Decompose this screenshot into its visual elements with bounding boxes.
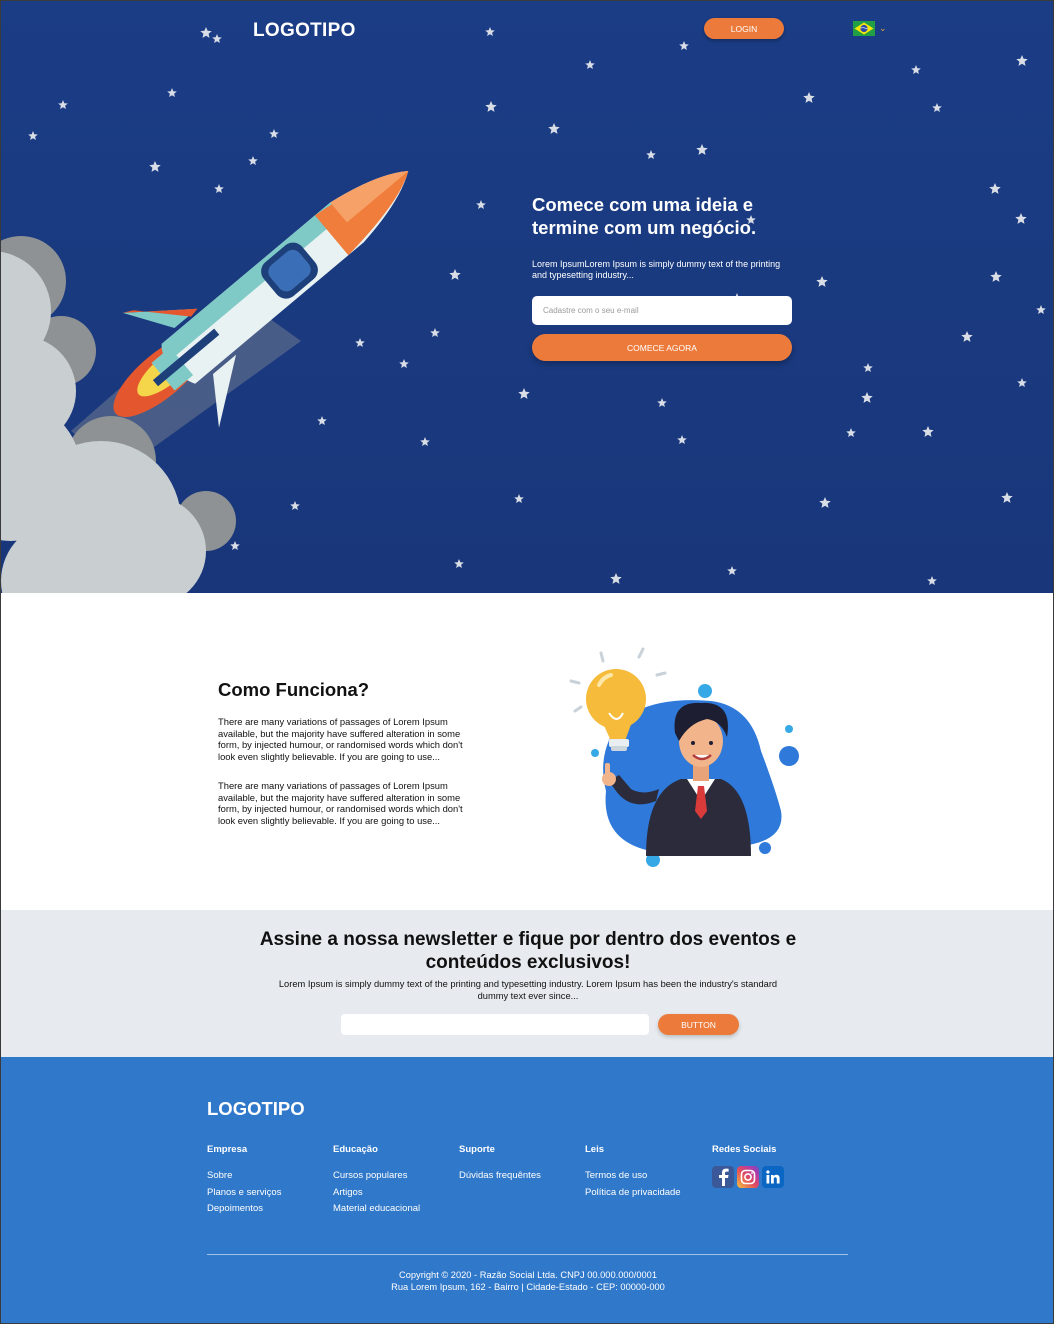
star-icon [696, 144, 708, 155]
language-selector[interactable]: ⌄ [853, 21, 887, 36]
hero-title-line1: Comece com uma ideia e [532, 194, 754, 215]
footer-divider [207, 1254, 848, 1255]
newsletter-title-line1: Assine a nossa newsletter e fique por de… [259, 929, 797, 950]
star-icon [1016, 55, 1028, 66]
star-icon [927, 576, 937, 585]
footer-column-heading: Empresa [207, 1144, 248, 1155]
rocket-illustration [1, 171, 409, 593]
landing-page: LOGOTIPO LOGIN ⌄ Comece com uma ideia e … [0, 0, 1054, 1324]
star-icon [657, 398, 667, 407]
footer-logo[interactable]: LOGOTIPO [207, 1098, 305, 1120]
login-button[interactable]: LOGIN [704, 18, 784, 39]
newsletter-section: Assine a nossa newsletter e fique por de… [1, 910, 1053, 1057]
facebook-icon[interactable] [712, 1166, 734, 1188]
brazil-flag-icon [853, 21, 875, 36]
star-icon [269, 129, 279, 138]
star-icon [846, 428, 856, 437]
star-icon [922, 426, 934, 437]
star-icon [727, 566, 737, 575]
star-icon [1001, 492, 1013, 503]
footer-link-duvidas[interactable]: Dúvidas frequêntes [459, 1168, 541, 1185]
star-icon [990, 271, 1002, 282]
footer-link-cursos[interactable]: Cursos populares [333, 1168, 420, 1185]
star-icon [1036, 305, 1046, 314]
star-icon [803, 92, 815, 103]
star-icon [646, 150, 656, 159]
hero-subtitle: Lorem IpsumLorem Ipsum is simply dummy t… [532, 259, 781, 280]
footer-column-educacao: Educação Cursos populares Artigos Materi… [333, 1144, 420, 1218]
star-icon [28, 131, 38, 140]
footer-column-heading: Educação [333, 1144, 378, 1155]
star-icon [819, 497, 831, 508]
star-icon [58, 100, 68, 109]
footer-link-privacidade[interactable]: Política de privacidade [585, 1185, 681, 1202]
star-icon [212, 34, 222, 43]
footer-link-sobre[interactable]: Sobre [207, 1168, 281, 1185]
footer-link-material[interactable]: Material educacional [333, 1201, 420, 1218]
footer-column-empresa: Empresa Sobre Planos e serviços Depoimen… [207, 1144, 281, 1218]
star-icon [167, 88, 177, 97]
footer-copyright: Copyright © 2020 - Razão Social Ltda. CN… [1, 1270, 1053, 1293]
start-now-button[interactable]: COMECE AGORA [532, 334, 792, 361]
footer-column-leis: Leis Termos de uso Política de privacida… [585, 1144, 681, 1201]
footer-column-heading: Leis [585, 1144, 605, 1155]
star-icon [485, 27, 495, 36]
star-icon [476, 200, 486, 209]
instagram-icon[interactable] [737, 1166, 759, 1188]
hero-section: LOGOTIPO LOGIN ⌄ Comece com uma ideia e … [1, 1, 1053, 593]
footer: LOGOTIPO Empresa Sobre Planos e serviços… [1, 1057, 1053, 1323]
newsletter-email-input[interactable] [341, 1014, 649, 1035]
newsletter-submit-button[interactable]: BUTTON [658, 1014, 739, 1035]
copyright-line: Copyright © 2020 - Razão Social Ltda. CN… [398, 1270, 658, 1280]
star-icon [961, 331, 973, 342]
footer-column-heading: Redes Sociais [712, 1144, 777, 1155]
hero-email-input[interactable] [532, 296, 792, 325]
footer-column-redes-sociais: Redes Sociais [712, 1144, 784, 1188]
star-icon [1017, 378, 1027, 387]
star-icon [863, 363, 873, 372]
how-it-works-paragraph: There are many variations of passages of… [218, 716, 463, 762]
footer-column-heading: Suporte [459, 1144, 495, 1155]
star-icon [548, 123, 560, 134]
social-icons [712, 1166, 784, 1188]
footer-link-artigos[interactable]: Artigos [333, 1185, 420, 1202]
star-icon [200, 27, 212, 38]
star-icon [932, 103, 942, 112]
hero-title-line2: termine com um negócio. [532, 217, 757, 238]
idea-man-illustration [569, 647, 799, 867]
star-icon [989, 183, 1001, 194]
star-icon [585, 60, 595, 69]
star-icon [518, 388, 530, 399]
footer-link-termos[interactable]: Termos de uso [585, 1168, 681, 1185]
newsletter-title: Assine a nossa newsletter e fique por de… [1, 928, 1053, 974]
newsletter-title-line2: conteúdos exclusivos! [425, 952, 631, 973]
star-icon [610, 573, 622, 584]
star-icon [1015, 213, 1027, 224]
chevron-down-icon: ⌄ [879, 23, 887, 33]
star-icon [861, 392, 873, 403]
footer-link-planos[interactable]: Planos e serviços [207, 1185, 281, 1202]
star-icon [816, 276, 828, 287]
star-icon [485, 101, 497, 112]
footer-column-suporte: Suporte Dúvidas frequêntes [459, 1144, 541, 1185]
linkedin-icon[interactable] [762, 1166, 784, 1188]
address-line: Rua Lorem Ipsum, 162 - Bairro | Cidade-E… [391, 1281, 665, 1292]
header-logo[interactable]: LOGOTIPO [253, 20, 356, 42]
how-it-works-paragraph: There are many variations of passages of… [218, 780, 463, 826]
star-icon [514, 494, 524, 503]
newsletter-subtitle: Lorem Ipsum is simply dummy text of the … [278, 979, 778, 1001]
hero-title: Comece com uma ideia e termine com um ne… [532, 193, 802, 239]
how-it-works-title: Como Funciona? [218, 679, 370, 700]
star-icon [679, 41, 689, 50]
star-icon [677, 435, 687, 444]
star-icon [911, 65, 921, 74]
footer-link-depoimentos[interactable]: Depoimentos [207, 1201, 281, 1218]
